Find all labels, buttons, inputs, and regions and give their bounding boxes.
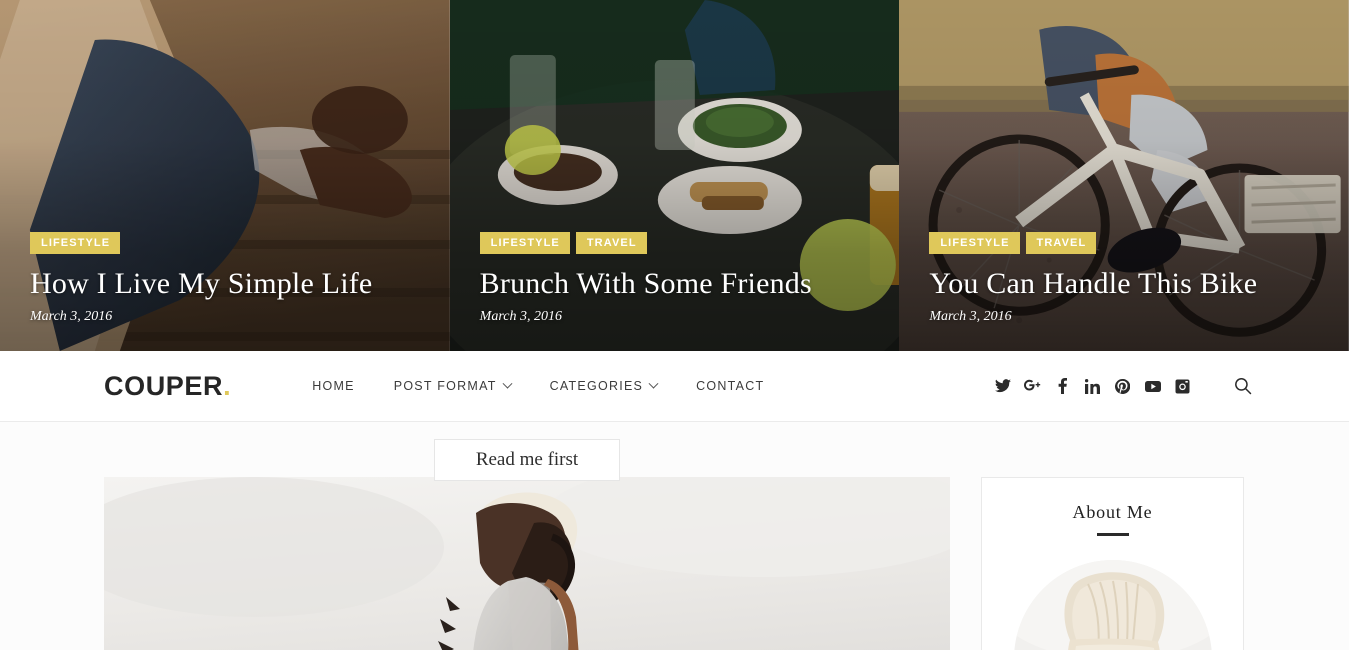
nav-item-categories[interactable]: CATEGORIES — [549, 378, 659, 393]
featured-post-title[interactable]: You Can Handle This Bike — [929, 267, 1329, 301]
facebook-icon[interactable] — [1054, 378, 1071, 395]
category-tag-list: LIFESTYLE TRAVEL — [479, 232, 880, 254]
google-plus-icon[interactable] — [1024, 378, 1041, 395]
youtube-icon[interactable] — [1144, 378, 1161, 395]
featured-post-card[interactable]: LIFESTYLE TRAVEL Brunch With Some Friend… — [449, 0, 900, 351]
category-tag[interactable]: LIFESTYLE — [30, 232, 121, 254]
featured-post-body: LIFESTYLE TRAVEL Brunch With Some Friend… — [479, 232, 880, 325]
twitter-icon[interactable] — [994, 378, 1011, 395]
chevron-down-icon — [502, 378, 513, 389]
category-tag[interactable]: TRAVEL — [1025, 232, 1097, 254]
nav-item-contact[interactable]: CONTACT — [696, 379, 764, 393]
read-me-first-label: Read me first — [475, 449, 579, 470]
social-links — [994, 378, 1191, 395]
featured-post-date: March 3, 2016 — [929, 309, 1012, 324]
article-image-graphic — [104, 477, 950, 650]
featured-post-card[interactable]: LIFESTYLE TRAVEL You Can Handle This Bik… — [899, 0, 1349, 351]
category-tag-list: LIFESTYLE TRAVEL — [929, 232, 1329, 254]
featured-article-image[interactable] — [104, 477, 950, 650]
featured-post-title[interactable]: How I Live My Simple Life — [30, 267, 430, 301]
nav-item-label: POST FORMAT — [393, 379, 497, 393]
avatar — [1013, 560, 1212, 650]
search-button[interactable] — [1232, 375, 1254, 397]
featured-post-date: March 3, 2016 — [30, 309, 113, 324]
featured-post-body: LIFESTYLE How I Live My Simple Life Marc… — [30, 232, 430, 325]
about-me-widget: About Me — [981, 477, 1244, 650]
featured-post-date: March 3, 2016 — [479, 309, 562, 324]
nav-item-post-format[interactable]: POST FORMAT — [393, 378, 513, 393]
nav-menu: HOME POST FORMAT CATEGORIES CONTACT — [312, 378, 764, 393]
page-content: Read me first About Me — [0, 422, 1349, 650]
nav-item-label: CONTACT — [696, 379, 765, 393]
main-navigation-bar: COUPER. HOME POST FORMAT CATEGORIES CONT… — [0, 351, 1349, 422]
featured-post-title[interactable]: Brunch With Some Friends — [480, 267, 880, 301]
featured-post-card[interactable]: LIFESTYLE How I Live My Simple Life Marc… — [0, 0, 450, 351]
featured-posts-strip: LIFESTYLE How I Live My Simple Life Marc… — [0, 0, 1349, 351]
site-logo-text: COUPER — [104, 370, 224, 401]
category-tag[interactable]: TRAVEL — [575, 232, 647, 254]
nav-item-home[interactable]: HOME — [312, 379, 355, 393]
category-tag[interactable]: LIFESTYLE — [479, 232, 570, 254]
pinterest-icon[interactable] — [1114, 378, 1131, 395]
main-column: Read me first — [104, 439, 950, 650]
read-me-first-badge[interactable]: Read me first — [434, 439, 620, 481]
featured-post-body: LIFESTYLE TRAVEL You Can Handle This Bik… — [929, 232, 1329, 325]
avatar-graphic — [1013, 560, 1212, 650]
widget-title: About Me — [1072, 502, 1153, 522]
site-logo-dot: . — [223, 370, 232, 401]
search-icon — [1235, 378, 1252, 395]
nav-item-label: CATEGORIES — [549, 379, 644, 393]
chevron-down-icon — [648, 378, 659, 389]
sidebar: About Me — [981, 477, 1244, 650]
site-logo[interactable]: COUPER. — [104, 370, 232, 401]
category-tag-list: LIFESTYLE — [30, 232, 430, 254]
widget-title-underline — [1096, 533, 1129, 536]
nav-item-label: HOME — [312, 379, 355, 393]
linkedin-icon[interactable] — [1084, 378, 1101, 395]
instagram-icon[interactable] — [1174, 378, 1191, 395]
category-tag[interactable]: LIFESTYLE — [929, 232, 1020, 254]
